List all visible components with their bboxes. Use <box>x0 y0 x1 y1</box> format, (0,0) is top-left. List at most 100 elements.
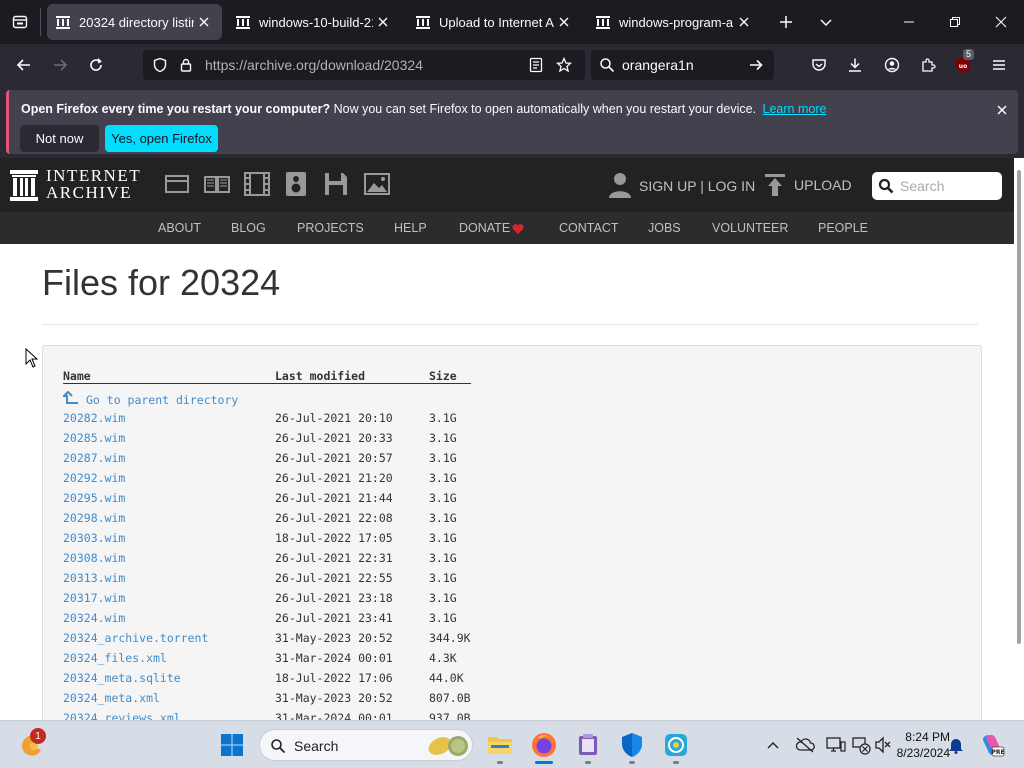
reload-icon[interactable] <box>80 49 112 81</box>
nav-donate[interactable]: DONATE <box>459 221 510 235</box>
ia-search-input[interactable]: Search <box>872 172 1002 200</box>
parent-directory-link[interactable]: Go to parent directory <box>86 393 238 407</box>
forward-arrow-icon[interactable] <box>44 49 76 81</box>
file-link[interactable]: 20298.wim <box>63 511 125 525</box>
file-link[interactable]: 20324.wim <box>63 611 125 625</box>
tab-20324-listing[interactable]: 20324 directory listing <box>47 4 222 40</box>
lock-icon[interactable] <box>178 57 194 73</box>
parent-directory-arrow-icon[interactable] <box>63 391 79 405</box>
nav-people[interactable]: PEOPLE <box>818 221 868 235</box>
column-header-last-modified[interactable]: Last modified <box>275 369 365 383</box>
file-link[interactable]: 20324_files.xml <box>63 651 167 665</box>
close-tab-icon[interactable] <box>554 12 574 32</box>
bookmark-star-icon[interactable] <box>556 57 572 73</box>
windows-security-shield-icon[interactable] <box>616 729 648 761</box>
url-bar[interactable]: https://archive.org/download/20324 <box>143 50 585 80</box>
restore-window-icon[interactable] <box>932 0 978 44</box>
extensions-puzzle-icon[interactable] <box>912 49 944 81</box>
close-tab-icon[interactable] <box>734 12 754 32</box>
column-header-size[interactable]: Size <box>429 369 457 383</box>
file-link[interactable]: 20324_meta.xml <box>63 691 160 705</box>
url-text[interactable]: https://archive.org/download/20324 <box>205 57 423 73</box>
ublock-origin-icon[interactable]: uo 5 <box>947 49 979 81</box>
close-window-icon[interactable] <box>978 0 1024 44</box>
close-tab-icon[interactable] <box>373 12 393 32</box>
file-link[interactable]: 20313.wim <box>63 571 125 585</box>
notification-bell-icon[interactable] <box>940 729 972 761</box>
nav-jobs[interactable]: JOBS <box>648 221 681 235</box>
learn-more-link[interactable]: Learn more <box>763 102 827 116</box>
tab-windows-10-build[interactable]: windows-10-build-212 <box>227 4 401 40</box>
file-link[interactable]: 20287.wim <box>63 451 125 465</box>
file-link[interactable]: 20324_archive.torrent <box>63 631 208 645</box>
web-icon[interactable] <box>165 172 189 196</box>
nav-projects[interactable]: PROJECTS <box>297 221 364 235</box>
logo-line-archive: ARCHIVE <box>46 183 133 202</box>
archive-favicon-icon <box>236 16 250 29</box>
texts-book-icon[interactable] <box>204 172 230 196</box>
file-link[interactable]: 20292.wim <box>63 471 125 485</box>
file-link[interactable]: 20308.wim <box>63 551 125 565</box>
back-arrow-icon[interactable] <box>8 49 40 81</box>
list-all-tabs-icon[interactable] <box>814 10 838 34</box>
yes-open-firefox-button[interactable]: Yes, open Firefox <box>105 125 218 152</box>
downloads-icon[interactable] <box>839 49 871 81</box>
tab-label: Upload to Internet Arch <box>439 14 554 30</box>
tab-windows-program-archive[interactable]: windows-program-arch <box>587 4 762 40</box>
file-link[interactable]: 20324_meta.sqlite <box>63 671 181 685</box>
file-link[interactable]: 20295.wim <box>63 491 125 505</box>
close-notification-icon[interactable] <box>994 102 1010 118</box>
pocket-icon[interactable] <box>803 49 835 81</box>
nav-blog[interactable]: BLOG <box>231 221 266 235</box>
file-modified: 26-Jul-2021 22:31 <box>275 551 393 565</box>
file-size: 937.0B <box>429 711 471 720</box>
upload-link[interactable]: UPLOAD <box>794 177 852 193</box>
app-circle-icon[interactable] <box>660 729 692 761</box>
parent-directory-row[interactable]: Go to parent directory <box>43 391 983 411</box>
file-link[interactable]: 20303.wim <box>63 531 125 545</box>
column-header-name[interactable]: Name <box>63 369 91 383</box>
internet-archive-logo-icon[interactable] <box>10 170 38 201</box>
onedrive-offline-icon[interactable] <box>789 729 821 761</box>
video-film-icon[interactable] <box>244 172 270 196</box>
search-bar[interactable]: orangera1n <box>591 50 774 80</box>
hamburger-menu-icon[interactable] <box>983 49 1015 81</box>
tab-upload-internet-archive[interactable]: Upload to Internet Arch <box>407 4 582 40</box>
copilot-icon[interactable]: PRE <box>976 729 1008 761</box>
nav-help[interactable]: HELP <box>394 221 427 235</box>
firefox-view-icon[interactable] <box>8 10 32 34</box>
title-divider <box>42 324 978 325</box>
nav-contact[interactable]: CONTACT <box>559 221 619 235</box>
internet-archive-logo-text[interactable]: INTERNET ARCHIVE <box>46 167 141 201</box>
nav-about[interactable]: ABOUT <box>158 221 201 235</box>
new-tab-icon[interactable] <box>774 10 798 34</box>
images-picture-icon[interactable] <box>364 172 390 196</box>
close-tab-icon[interactable] <box>194 12 214 32</box>
tracking-protection-shield-icon[interactable] <box>152 57 168 73</box>
audio-speaker-icon[interactable] <box>286 172 306 196</box>
file-link[interactable]: 20285.wim <box>63 431 125 445</box>
sign-up-log-in-link[interactable]: SIGN UP | LOG IN <box>639 178 755 194</box>
upload-arrow-icon[interactable] <box>765 174 785 196</box>
page-scrollbar[interactable] <box>1014 158 1024 720</box>
search-input[interactable]: orangera1n <box>622 57 694 73</box>
reader-view-icon[interactable] <box>528 57 544 73</box>
software-floppy-icon[interactable] <box>324 172 348 196</box>
notepad-app-icon[interactable] <box>572 729 604 761</box>
account-icon[interactable] <box>876 49 908 81</box>
not-now-button[interactable]: Not now <box>20 125 99 152</box>
start-windows-icon[interactable] <box>216 729 248 761</box>
file-row: 20313.wim 26-Jul-2021 22:55 3.1G <box>43 571 983 591</box>
search-go-arrow-icon[interactable] <box>748 57 764 73</box>
file-link[interactable]: 20317.wim <box>63 591 125 605</box>
firefox-taskbar-icon[interactable] <box>528 729 560 761</box>
show-hidden-icons-chevron-icon[interactable] <box>757 729 789 761</box>
file-link[interactable]: 20282.wim <box>63 411 125 425</box>
file-explorer-icon[interactable] <box>484 729 516 761</box>
scrollbar-thumb[interactable] <box>1017 170 1021 644</box>
taskbar-search-box[interactable]: Search <box>259 729 473 761</box>
minimize-window-icon[interactable] <box>886 0 932 44</box>
user-silhouette-icon[interactable] <box>609 172 631 198</box>
nav-volunteer[interactable]: VOLUNTEER <box>712 221 788 235</box>
file-link[interactable]: 20324_reviews.xml <box>63 711 181 720</box>
